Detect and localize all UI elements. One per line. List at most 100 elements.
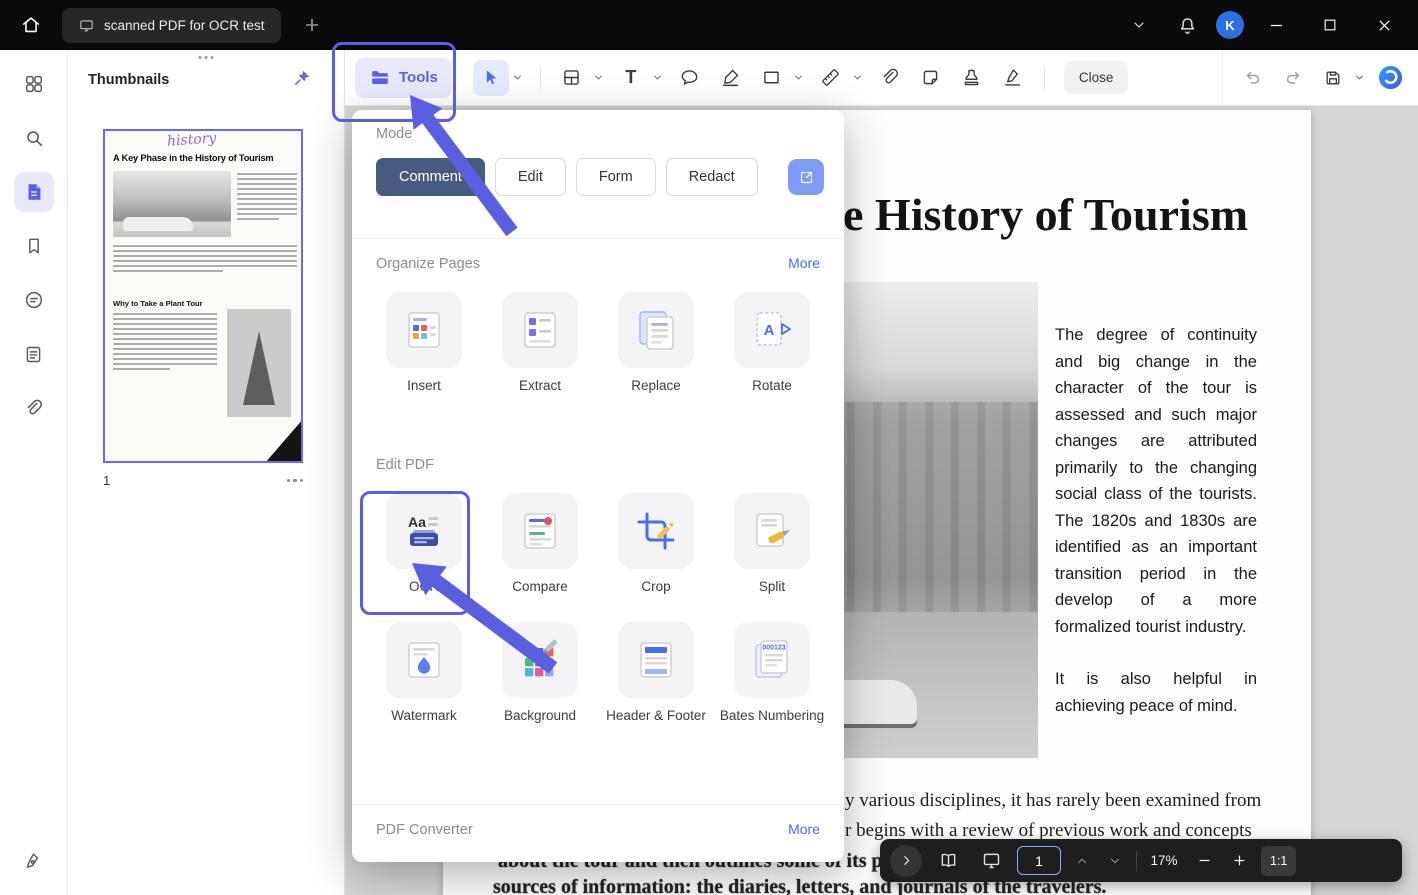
tile-label: Crop [641, 578, 670, 596]
thumbnails-title: Thumbnails [88, 72, 169, 88]
comments-panel-button[interactable] [14, 280, 54, 320]
document-tab[interactable]: scanned PDF for OCR test [62, 8, 281, 43]
page-organize-tool-button[interactable] [554, 60, 590, 96]
book-icon [938, 850, 959, 871]
zoom-in-button[interactable] [1226, 844, 1252, 878]
select-tool-button[interactable] [473, 60, 509, 96]
left-rail [0, 50, 68, 895]
tool-tile-compare[interactable]: Compare [482, 493, 598, 596]
sticker-tool-button[interactable] [913, 60, 949, 96]
comment-bubble-icon [679, 67, 700, 88]
tile-label: OCR [409, 578, 439, 596]
measure-chevron-icon[interactable] [851, 60, 865, 96]
avatar[interactable]: K [1216, 11, 1244, 39]
signature-tool-button[interactable] [995, 60, 1031, 96]
svg-text:Aa: Aa [408, 514, 426, 530]
signature-icon [1002, 67, 1023, 88]
cursor-icon [481, 68, 501, 88]
reading-mode-button[interactable] [931, 844, 965, 878]
thumb-corner-shadow [265, 419, 303, 463]
tools-button-label: Tools [399, 69, 438, 86]
mode-form-button[interactable]: Form [576, 158, 656, 196]
shapes-tool-button[interactable] [754, 60, 790, 96]
text-tool-chevron-icon[interactable] [651, 60, 665, 96]
collapse-status-bar-button[interactable] [890, 845, 922, 877]
tool-tile-split[interactable]: Split [714, 493, 830, 596]
close-window-button[interactable] [1362, 6, 1406, 44]
page-organize-chevron-icon[interactable] [592, 60, 606, 96]
comment-tool-button[interactable] [672, 60, 708, 96]
organize-tile-grid: Insert Extract Replace A Rotate [366, 292, 830, 395]
tile-label: Bates Numbering [720, 707, 824, 725]
toolbar-collapse-button[interactable] [1120, 6, 1158, 44]
text-tool-button[interactable]: T [613, 60, 649, 96]
thumbnail-more-icon[interactable] [287, 479, 304, 483]
converter-more-link[interactable]: More [788, 821, 820, 837]
pin-icon[interactable] [292, 68, 312, 88]
mode-redact-button[interactable]: Redact [666, 158, 758, 196]
tool-tile-bates[interactable]: 000123 Bates Numbering [714, 622, 830, 725]
new-tab-button[interactable] [293, 6, 331, 44]
scanned-paragraph-2: It is also helpful in achieving peace of… [1055, 666, 1257, 719]
zoom-level[interactable]: 17% [1146, 853, 1182, 868]
split-icon [734, 493, 810, 569]
presentation-mode-button[interactable] [974, 844, 1008, 878]
tool-tile-extract[interactable]: Extract [482, 292, 598, 395]
tools-button[interactable]: Tools [355, 58, 452, 98]
tool-tile-replace[interactable]: Replace [598, 292, 714, 395]
tool-tile-insert[interactable]: Insert [366, 292, 482, 395]
highlighter-tool-button[interactable] [713, 60, 749, 96]
page-number-input[interactable] [1017, 846, 1061, 875]
thumbnails-panel-button[interactable] [14, 172, 54, 212]
redo-button[interactable] [1275, 60, 1311, 96]
maximize-button[interactable] [1308, 6, 1352, 44]
panel-drag-handle[interactable] [199, 56, 214, 59]
bookmarks-button[interactable] [14, 226, 54, 266]
tool-tile-rotate[interactable]: A Rotate [714, 292, 830, 395]
notifications-button[interactable] [1168, 6, 1206, 44]
ai-assistant-button[interactable] [1372, 60, 1408, 96]
tool-tile-crop[interactable]: Crop [598, 493, 714, 596]
shapes-chevron-icon[interactable] [792, 60, 806, 96]
attach-tool-button[interactable] [872, 60, 908, 96]
actual-size-button[interactable]: 1:1 [1261, 846, 1296, 876]
annotate-quick-button[interactable] [14, 841, 54, 881]
next-page-button[interactable] [1103, 844, 1127, 878]
tool-tile-watermark[interactable]: Watermark [366, 622, 482, 725]
mode-comment-button[interactable]: Comment [376, 158, 485, 196]
extract-icon [502, 292, 578, 368]
attachments-button[interactable] [14, 388, 54, 428]
organize-more-link[interactable]: More [788, 255, 820, 271]
home-button[interactable] [12, 6, 50, 44]
tool-tile-ocr[interactable]: Aa OCR [366, 493, 482, 596]
save-chevron-icon[interactable] [1352, 60, 1366, 96]
edit-pdf-tile-grid: Aa OCR Compare Crop Split [366, 493, 830, 724]
zoom-out-button[interactable] [1191, 844, 1217, 878]
undo-button[interactable] [1235, 60, 1271, 96]
reader-panel-button[interactable] [14, 334, 54, 374]
main-toolbar: Tools T [345, 50, 1418, 106]
measure-tool-button[interactable] [813, 60, 849, 96]
expand-panel-button[interactable] [788, 159, 824, 195]
tile-label: Split [759, 578, 785, 596]
pen-nib-icon [23, 851, 44, 872]
tool-tile-header-footer[interactable]: Header & Footer [598, 622, 714, 725]
previous-page-button[interactable] [1070, 844, 1094, 878]
replace-icon [618, 292, 694, 368]
stamp-tool-button[interactable] [954, 60, 990, 96]
thumb-subheading: Why to Take a Plant Tour [113, 299, 203, 308]
tile-label: Rotate [752, 377, 792, 395]
page-thumbnail[interactable]: history A Key Phase in the History of To… [103, 129, 303, 463]
select-tool-chevron-icon[interactable] [511, 60, 525, 96]
apps-grid-button[interactable] [14, 64, 54, 104]
save-button[interactable] [1315, 60, 1351, 96]
mode-edit-button[interactable]: Edit [495, 158, 566, 196]
close-toolbar-button[interactable]: Close [1064, 61, 1129, 94]
minimize-button[interactable] [1254, 6, 1298, 44]
tool-tile-background[interactable]: Background [482, 622, 598, 725]
tile-label: Watermark [391, 707, 457, 725]
page-lines-icon [23, 344, 44, 365]
panel-divider [352, 804, 844, 805]
tools-dropdown-panel: Mode Comment Edit Form Redact Organize P… [352, 110, 844, 862]
search-button[interactable] [14, 118, 54, 158]
